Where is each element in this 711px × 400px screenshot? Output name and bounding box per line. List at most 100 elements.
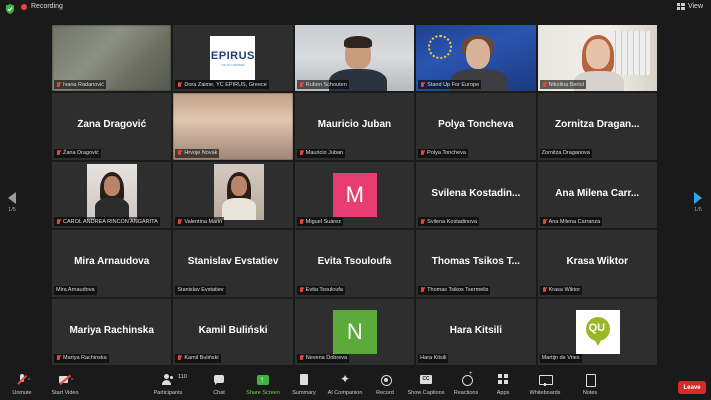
participant-label: Nevena Dobreva [296, 353, 350, 363]
participant-tile[interactable]: Mauricio Juban Mauricio Juban [294, 93, 415, 160]
participant-tile[interactable]: N Nevena Dobreva [294, 298, 415, 365]
muted-mic-icon [542, 81, 547, 88]
sparkle-icon [338, 372, 352, 386]
participant-tile[interactable]: Zornitza Dragan... Zornitza Draganova [537, 93, 657, 160]
muted-mic-icon [177, 218, 182, 225]
participant-tile[interactable]: Ana Milena Carr... Ana Milena Carranza [537, 161, 657, 229]
participant-tile[interactable]: Ruben Schouten [294, 25, 415, 92]
participant-label: Martijn de Vries [539, 353, 582, 363]
notes-button[interactable]: Notes [566, 374, 614, 396]
participant-label: Mariya Rachinska [54, 353, 109, 363]
participant-tile[interactable]: Mira Arnaudova Mira Arnaudova [52, 230, 172, 297]
participant-tile[interactable]: CAROL ANDREA RINCON ANGARITA [52, 161, 172, 229]
participant-name: Krasa Wiktor [566, 256, 629, 268]
participant-label: Stand Up For Europe [418, 80, 482, 90]
unmute-button[interactable]: ^ Unmute [0, 374, 46, 396]
epirus-logo: EPIRUS YOUTH CENTER [210, 36, 256, 80]
participant-tile[interactable]: QU Martijn de Vries [537, 298, 657, 365]
participant-name: Thomas Tsikos T... [431, 256, 520, 268]
participant-tile[interactable]: Svilena Kostadin... Svilena Kostadinova [416, 161, 536, 229]
participant-tile[interactable]: Kamil Buliński Kamil Buliński [173, 298, 293, 365]
muted-mic-icon [542, 218, 547, 225]
chat-button[interactable]: Chat [195, 374, 243, 396]
active-speaker-tile[interactable]: Stand Up For Europe [416, 25, 536, 92]
participant-tile[interactable]: Polya Toncheva Polya Toncheva [416, 93, 536, 160]
avatar: N [332, 309, 377, 354]
chevron-left-icon [8, 192, 16, 204]
participant-tile[interactable]: Hara Kitsili Hara Kitsili [416, 298, 536, 365]
participant-label: Miguel Suárez [296, 217, 343, 227]
shield-icon[interactable] [6, 4, 14, 14]
participants-button[interactable]: 110 Participants [144, 374, 192, 396]
view-label: View [687, 3, 703, 10]
participant-label: Thomas Tsikos Tsermelis [418, 285, 491, 295]
recording-indicator[interactable]: Recording [21, 3, 63, 10]
participant-label: Ivana Radanović [54, 80, 106, 90]
participant-label: Svilena Kostadinova [418, 217, 480, 227]
muted-mic-icon [56, 81, 61, 88]
participant-name: Zornitza Dragan... [555, 119, 640, 131]
muted-mic-icon [299, 150, 304, 156]
muted-mic-icon [542, 287, 547, 293]
next-page-button[interactable]: 1/5 [691, 192, 705, 213]
participant-label: Kamil Buliński [175, 353, 221, 363]
participant-label: Stanislav Evstatiev [175, 285, 226, 295]
participant-name: Žana Dragović [77, 119, 147, 131]
participant-tile[interactable]: Krasa Wiktor Krasa Wiktor [537, 230, 657, 297]
page-indicator-left: 1/5 [8, 207, 16, 213]
muted-mic-icon [56, 355, 61, 361]
notes-icon [583, 374, 597, 387]
whiteboards-button[interactable]: Whiteboards [521, 374, 569, 396]
video-options-caret[interactable]: ^ [71, 378, 73, 384]
apps-button[interactable]: Apps [479, 374, 527, 396]
muted-mic-icon [420, 218, 425, 225]
meeting-toolbar: ^ Unmute ^ Start Video 110 Participants … [0, 371, 711, 400]
participant-name: Stanislav Evstatiev [187, 256, 279, 268]
participant-label: Žana Dragović [54, 148, 101, 158]
gallery-grid: Ivana Radanović EPIRUS YOUTH CENTER Dora… [52, 25, 657, 365]
participant-tile[interactable]: Nikolina Bertol [537, 25, 657, 92]
record-icon [378, 374, 392, 386]
participant-label: Hara Kitsili [418, 353, 449, 363]
previous-page-button[interactable]: 1/5 [5, 192, 19, 213]
muted-mic-icon [420, 150, 425, 156]
participant-label: Evita Tsouloufa [296, 285, 345, 295]
muted-mic-icon [299, 218, 304, 225]
audio-options-caret[interactable]: ^ [28, 378, 30, 384]
map-pin-icon: QU [584, 316, 612, 347]
participant-name: Evita Tsouloufa [317, 256, 392, 268]
participant-tile[interactable]: Thomas Tsikos T... Thomas Tsikos Tsermel… [416, 230, 536, 297]
muted-microphone-icon [15, 374, 29, 386]
participant-tile[interactable]: Evita Tsouloufa Evita Tsouloufa [294, 230, 415, 297]
participants-count: 110 [178, 374, 187, 380]
whiteboard-icon [538, 374, 553, 386]
muted-mic-icon [177, 150, 182, 156]
page-indicator-right: 1/5 [694, 207, 702, 213]
top-bar: Recording View [0, 0, 711, 18]
start-video-button[interactable]: ^ Start Video [41, 374, 89, 396]
qu-logo: QU [575, 309, 620, 354]
muted-mic-icon [56, 218, 61, 225]
participant-name: Kamil Buliński [198, 324, 268, 336]
participant-label: Ruben Schouten [296, 80, 349, 90]
share-screen-icon [256, 374, 270, 386]
participant-tile[interactable]: Mariya Rachinska Mariya Rachinska [52, 298, 172, 365]
participant-label: Hrvoje Novak [175, 148, 220, 158]
muted-mic-icon [299, 287, 304, 293]
participant-label: Ana Milena Carranza [539, 217, 603, 227]
participant-tile[interactable]: EPIRUS YOUTH CENTER Dora Zaime, YC EPIRU… [173, 25, 293, 92]
participant-tile[interactable]: Valentina Marin [173, 161, 293, 229]
muted-mic-icon [420, 287, 425, 293]
emoji-icon [459, 371, 473, 386]
participant-tile[interactable]: Ivana Radanović [52, 25, 172, 92]
participant-tile[interactable]: Hrvoje Novak [173, 93, 293, 160]
view-button[interactable]: View [676, 3, 703, 10]
muted-mic-icon [299, 355, 304, 361]
participant-tile[interactable]: Žana Dragović Žana Dragović [52, 93, 172, 160]
closed-captions-icon [419, 374, 433, 386]
participant-tile[interactable]: Stanislav Evstatiev Stanislav Evstatiev [173, 230, 293, 297]
participant-name: Mauricio Juban [317, 119, 392, 131]
participant-tile[interactable]: M Miguel Suárez [294, 161, 415, 229]
participant-label: Valentina Marin [175, 217, 225, 227]
leave-button[interactable]: Leave [678, 381, 706, 394]
